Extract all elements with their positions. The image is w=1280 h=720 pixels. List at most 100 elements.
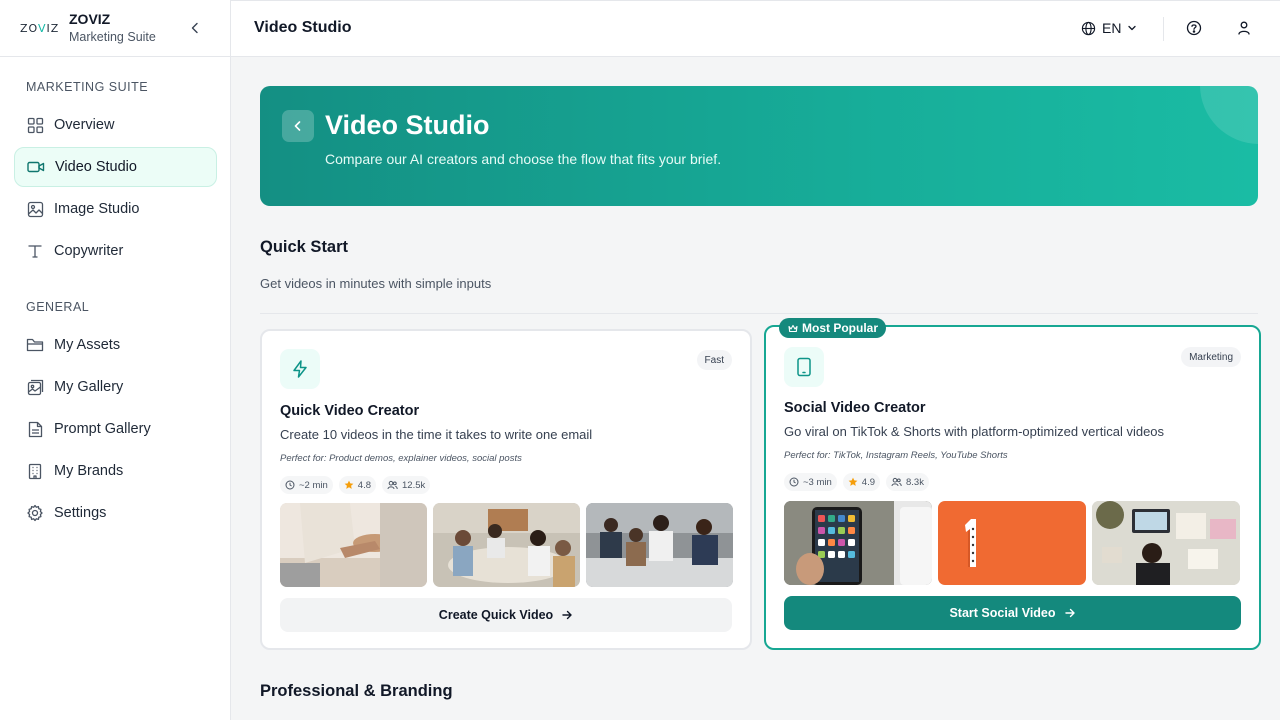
sidebar-item-label: Settings bbox=[54, 505, 107, 521]
language-label: EN bbox=[1102, 20, 1122, 36]
section-heading-professional: Professional & Branding bbox=[260, 682, 453, 700]
quick-video-creator-card[interactable]: Fast Quick Video Creator Create 10 video… bbox=[260, 329, 752, 650]
section-description: Get videos in minutes with simple inputs bbox=[260, 276, 492, 291]
sidebar-item-prompt-gallery[interactable]: Prompt Gallery bbox=[14, 409, 217, 449]
language-selector[interactable]: EN bbox=[1081, 20, 1137, 36]
sidebar-item-image-studio[interactable]: Image Studio bbox=[14, 189, 217, 229]
arrow-right-icon bbox=[1064, 608, 1075, 618]
sidebar-item-video-studio[interactable]: Video Studio bbox=[14, 147, 217, 187]
hero-decoration bbox=[1200, 86, 1258, 144]
globe-icon bbox=[1081, 21, 1096, 35]
section-heading-quick-start: Quick Start bbox=[260, 238, 349, 256]
section-divider bbox=[260, 313, 1258, 314]
cta-label: Create Quick Video bbox=[438, 608, 554, 622]
sidebar-item-label: My Assets bbox=[54, 337, 121, 353]
hero-title: Video Studio bbox=[325, 110, 490, 140]
back-button[interactable] bbox=[282, 110, 314, 142]
crown-icon bbox=[788, 324, 798, 332]
users-value: 8.3k bbox=[906, 476, 924, 488]
card-perfect-for: Perfect for: TikTok, Instagram Reels, Yo… bbox=[784, 450, 1008, 461]
users-value: 12.5k bbox=[402, 479, 426, 491]
brand-logo: ZOVIZ bbox=[20, 21, 60, 35]
clock-icon bbox=[285, 480, 295, 490]
section-title-marketing: MARKETING SUITE bbox=[26, 80, 149, 94]
card-thumbnails bbox=[784, 501, 1240, 585]
grid-icon bbox=[26, 116, 44, 134]
document-icon bbox=[26, 420, 44, 438]
gallery-icon bbox=[26, 378, 44, 396]
users-icon bbox=[387, 480, 398, 490]
chevron-left-icon bbox=[294, 121, 301, 131]
card-perfect-for: Perfect for: Product demos, explainer vi… bbox=[280, 453, 522, 464]
brand-header: ZOVIZ ZOVIZ Marketing Suite bbox=[0, 0, 230, 57]
video-camera-icon bbox=[27, 158, 45, 176]
sidebar: ZOVIZ ZOVIZ Marketing Suite MARKETING SU… bbox=[0, 0, 231, 720]
star-icon bbox=[848, 477, 858, 486]
chevron-left-icon bbox=[191, 22, 198, 34]
start-social-video-button[interactable]: Start Social Video bbox=[784, 596, 1241, 630]
thumbnail-smartphone bbox=[784, 501, 932, 585]
sidebar-item-overview[interactable]: Overview bbox=[14, 105, 217, 145]
card-tag: Fast bbox=[696, 350, 732, 370]
sidebar-item-label: Copywriter bbox=[54, 243, 124, 259]
card-title: Quick Video Creator bbox=[280, 403, 420, 419]
time-value: ~3 min bbox=[803, 476, 832, 488]
sidebar-item-copywriter[interactable]: Copywriter bbox=[14, 231, 217, 271]
image-icon bbox=[26, 200, 44, 218]
time-value: ~2 min bbox=[299, 479, 328, 491]
sidebar-item-label: Video Studio bbox=[55, 159, 137, 175]
help-icon bbox=[1186, 20, 1202, 36]
hero-subtitle: Compare our AI creators and choose the f… bbox=[325, 151, 722, 167]
sidebar-item-my-gallery[interactable]: My Gallery bbox=[14, 367, 217, 407]
thumbnail-creative-desk bbox=[1092, 501, 1240, 585]
phone-icon bbox=[784, 347, 824, 387]
clock-icon bbox=[789, 477, 799, 487]
thumbnail-handshake bbox=[280, 503, 427, 587]
gear-icon bbox=[26, 504, 44, 522]
card-thumbnails bbox=[280, 503, 733, 587]
rating-value: 4.8 bbox=[357, 479, 371, 491]
users-stat: 12.5k bbox=[382, 476, 431, 494]
sidebar-item-label: Overview bbox=[54, 117, 115, 133]
sidebar-item-my-brands[interactable]: My Brands bbox=[14, 451, 217, 491]
cta-label: Start Social Video bbox=[949, 606, 1056, 620]
rating-value: 4.9 bbox=[861, 476, 875, 488]
lightning-icon bbox=[280, 349, 320, 389]
brand-name: ZOVIZ bbox=[69, 10, 111, 27]
user-icon bbox=[1238, 21, 1250, 35]
page-title: Video Studio bbox=[254, 19, 352, 36]
badge-label: Most Popular bbox=[802, 321, 879, 335]
building-icon bbox=[26, 462, 44, 480]
rating-stat: 4.8 bbox=[338, 476, 376, 494]
thumbnail-orange-number bbox=[938, 501, 1086, 585]
time-stat: ~2 min bbox=[280, 476, 333, 494]
create-quick-video-button[interactable]: Create Quick Video bbox=[280, 598, 732, 632]
users-stat: 8.3k bbox=[886, 473, 929, 491]
help-button[interactable] bbox=[1186, 20, 1204, 38]
card-stats: ~2 min 4.8 12.5k bbox=[280, 476, 431, 494]
collapse-sidebar-button[interactable] bbox=[186, 19, 204, 37]
time-stat: ~3 min bbox=[784, 473, 837, 491]
sidebar-item-label: Image Studio bbox=[54, 201, 140, 217]
card-title: Social Video Creator bbox=[784, 400, 926, 416]
card-description: Go viral on TikTok & Shorts with platfor… bbox=[784, 424, 1165, 439]
text-t-icon bbox=[26, 242, 44, 260]
chevron-down-icon bbox=[1128, 25, 1137, 31]
brand-subtitle: Marketing Suite bbox=[69, 29, 156, 44]
hero-banner: Video Studio Compare our AI creators and… bbox=[260, 86, 1258, 206]
top-bar: Video Studio EN bbox=[231, 0, 1280, 57]
sidebar-item-label: My Brands bbox=[54, 463, 124, 479]
user-menu-button[interactable] bbox=[1236, 20, 1254, 38]
arrow-right-icon bbox=[562, 610, 572, 620]
social-video-creator-card[interactable]: Marketing Social Video Creator Go viral … bbox=[764, 325, 1261, 650]
card-description: Create 10 videos in the time it takes to… bbox=[280, 427, 593, 442]
most-popular-badge: Most Popular bbox=[779, 318, 887, 338]
header-divider bbox=[1163, 17, 1164, 41]
rating-stat: 4.9 bbox=[842, 473, 880, 491]
sidebar-item-my-assets[interactable]: My Assets bbox=[14, 325, 217, 365]
sidebar-item-settings[interactable]: Settings bbox=[14, 493, 217, 533]
section-title-general: GENERAL bbox=[26, 300, 90, 314]
card-tag: Marketing bbox=[1181, 347, 1241, 367]
sidebar-item-label: Prompt Gallery bbox=[54, 421, 151, 437]
folder-icon bbox=[26, 336, 44, 354]
